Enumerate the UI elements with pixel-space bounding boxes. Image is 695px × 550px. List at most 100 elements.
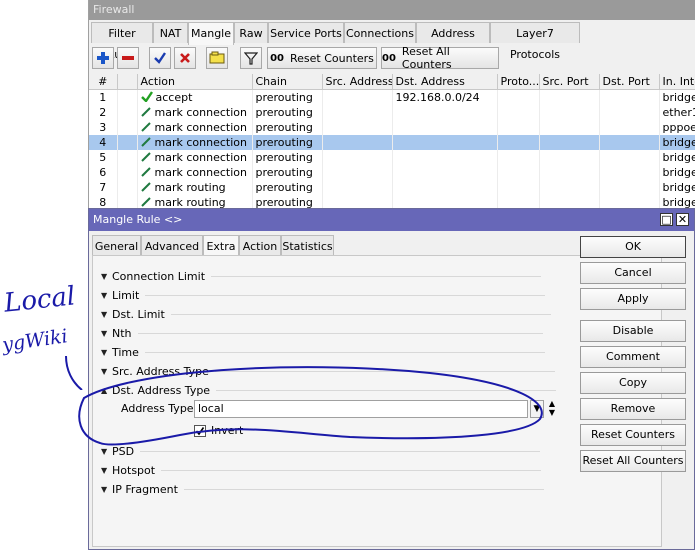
column-header-action[interactable]: Action xyxy=(137,74,253,90)
apply-button[interactable]: Apply xyxy=(580,288,686,310)
pencil-icon xyxy=(140,137,151,147)
rule-dst-port xyxy=(599,150,660,165)
rule-number: 4 xyxy=(89,135,118,150)
maximize-button[interactable]: □ xyxy=(660,213,673,226)
tab-raw[interactable]: Raw xyxy=(234,22,268,43)
table-row[interactable]: 4 mark connection prerouting bridge-lo xyxy=(89,135,695,150)
rule-chain: prerouting xyxy=(252,165,323,180)
rule-number: 7 xyxy=(89,180,118,195)
table-row[interactable]: 3 mark connection prerouting pppoe-o xyxy=(89,120,695,135)
section-ip-fragment[interactable]: ▼ IP Fragment xyxy=(101,481,544,497)
tab-filter-rules[interactable]: Filter Rules xyxy=(91,22,153,61)
tab-connections[interactable]: Connections xyxy=(344,22,416,43)
section-time[interactable]: ▼ Time xyxy=(101,344,545,360)
rule-protocol xyxy=(497,120,540,135)
tab-extra[interactable]: Extra xyxy=(203,235,239,256)
tab-action[interactable]: Action xyxy=(239,235,281,256)
rule-chain: prerouting xyxy=(252,195,323,208)
section-label: Limit xyxy=(112,288,140,302)
rule-chain: prerouting xyxy=(252,89,323,105)
ok-button[interactable]: OK xyxy=(580,236,686,258)
section-dst-limit[interactable]: ▼ Dst. Limit xyxy=(101,306,551,322)
rule-flags xyxy=(117,105,138,120)
close-button[interactable]: ✕ xyxy=(676,213,689,226)
table-header: # Action Chain Src. Address Dst. Address… xyxy=(89,74,695,90)
comment-button[interactable] xyxy=(206,47,228,69)
reset-rule-counters-button[interactable]: Reset Counters xyxy=(580,424,686,446)
cancel-button[interactable]: Cancel xyxy=(580,262,686,284)
rule-flags xyxy=(117,180,138,195)
reset-all-counters-button[interactable]: 00 Reset All Counters xyxy=(381,45,499,71)
pencil-icon xyxy=(140,152,151,162)
counter-icon: 00 xyxy=(270,52,284,64)
reset-counters-button[interactable]: 00 Reset Counters xyxy=(267,47,377,69)
dialog-title: Mangle Rule <> xyxy=(93,213,183,226)
enable-button[interactable] xyxy=(149,47,171,69)
column-header-src-port[interactable]: Src. Port xyxy=(539,74,600,90)
reset-all-rule-counters-button[interactable]: Reset All Counters xyxy=(580,450,686,472)
tab-general[interactable]: General xyxy=(92,235,141,256)
comment-rule-button[interactable]: Comment xyxy=(580,346,686,368)
expand-arrow-icon: ▼ xyxy=(101,328,108,338)
column-header-dst-address[interactable]: Dst. Address xyxy=(392,74,498,90)
column-header-src-address[interactable]: Src. Address xyxy=(322,74,393,90)
annotation-line2: ygWiki xyxy=(0,325,69,356)
section-limit[interactable]: ▼ Limit xyxy=(101,287,546,303)
disable-rule-button[interactable]: Disable xyxy=(580,320,686,342)
tab-nat[interactable]: NAT xyxy=(153,22,188,43)
section-label: IP Fragment xyxy=(112,482,178,496)
column-header-number[interactable]: # xyxy=(89,74,118,90)
rule-action: mark connection xyxy=(137,165,253,180)
rule-flags xyxy=(117,135,138,150)
tab-address-lists[interactable]: Address Lists xyxy=(416,22,490,61)
rule-protocol xyxy=(497,165,540,180)
table-row[interactable]: 8 mark routing prerouting bridge-lo xyxy=(89,195,695,208)
rule-action: mark connection xyxy=(137,150,253,165)
dialog-title-bar: Mangle Rule <> □ ✕ xyxy=(89,209,694,231)
rule-chain: prerouting xyxy=(252,135,323,150)
column-header-dst-port[interactable]: Dst. Port xyxy=(599,74,660,90)
rule-dst-port xyxy=(599,120,660,135)
rule-number: 2 xyxy=(89,105,118,120)
column-header-blank xyxy=(117,74,138,90)
reset-all-counters-label: Reset All Counters xyxy=(401,45,452,71)
section-hotspot[interactable]: ▼ Hotspot xyxy=(101,462,542,478)
pencil-icon xyxy=(140,122,151,132)
remove-button[interactable] xyxy=(117,47,139,69)
table-row[interactable]: 6 mark connection prerouting bridge-lo xyxy=(89,165,695,180)
section-connection-limit[interactable]: ▼ Connection Limit xyxy=(101,268,542,284)
section-label: Nth xyxy=(112,326,132,340)
table-row[interactable]: 1 accept prerouting 192.168.0.0/24 bridge-lo xyxy=(89,89,695,105)
rule-chain: prerouting xyxy=(252,150,323,165)
filter-button[interactable] xyxy=(240,47,262,69)
rule-src-address xyxy=(322,165,393,180)
plus-icon xyxy=(97,52,109,64)
rule-flags xyxy=(117,120,138,135)
section-nth[interactable]: ▼ Nth xyxy=(101,325,543,341)
rule-action-label: mark connection xyxy=(154,121,247,134)
column-header-chain[interactable]: Chain xyxy=(252,74,323,90)
pencil-icon xyxy=(140,182,151,192)
table-row[interactable]: 5 mark connection prerouting bridge-lo xyxy=(89,150,695,165)
tab-service-ports[interactable]: Service Ports xyxy=(268,22,344,43)
tab-mangle[interactable]: Mangle xyxy=(188,22,234,45)
section-label: Hotspot xyxy=(112,463,156,477)
tab-advanced[interactable]: Advanced xyxy=(141,235,203,256)
mangle-rules-table: # Action Chain Src. Address Dst. Address… xyxy=(89,74,695,208)
expand-arrow-icon: ▼ xyxy=(101,309,108,319)
firewall-title-bar: Firewall xyxy=(89,0,695,20)
column-header-protocol[interactable]: Proto... xyxy=(497,74,540,90)
column-header-in-interface[interactable]: In. Interf xyxy=(659,74,695,90)
table-row[interactable]: 2 mark connection prerouting ether1-I xyxy=(89,105,695,120)
table-row[interactable]: 7 mark routing prerouting bridge-lo xyxy=(89,180,695,195)
add-button[interactable] xyxy=(92,47,114,69)
annotation-line1: Local xyxy=(2,281,77,318)
rule-src-address xyxy=(322,120,393,135)
remove-rule-button[interactable]: Remove xyxy=(580,398,686,420)
tab-layer7-protocols[interactable]: Layer7 Protocols xyxy=(490,22,580,61)
copy-button[interactable]: Copy xyxy=(580,372,686,394)
rule-src-port xyxy=(539,165,600,180)
disable-button[interactable] xyxy=(174,47,196,69)
tab-statistics[interactable]: Statistics xyxy=(281,235,334,256)
rule-action: accept xyxy=(137,89,253,105)
